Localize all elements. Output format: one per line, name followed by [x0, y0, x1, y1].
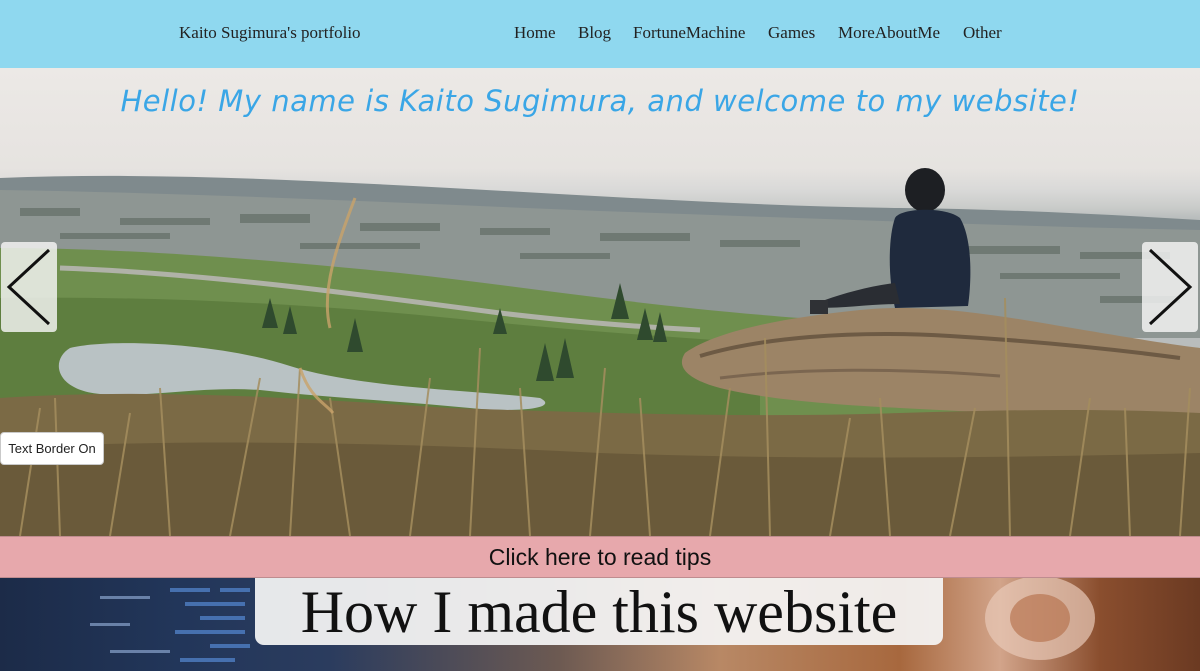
- nav-link-more-about-me[interactable]: MoreAboutMe: [838, 23, 940, 43]
- hero-slideshow: Hello! My name is Kaito Sugimura, and we…: [0, 68, 1200, 536]
- chevron-right-icon: [1148, 248, 1193, 326]
- slideshow-next-button[interactable]: [1142, 242, 1198, 332]
- article-title: How I made this website: [300, 579, 898, 645]
- nav-link-other[interactable]: Other: [963, 23, 1002, 43]
- nav-link-fortune-machine[interactable]: FortuneMachine: [633, 23, 745, 43]
- hero-background-photo: [0, 168, 1200, 536]
- text-border-toggle-button[interactable]: Text Border On: [0, 432, 104, 465]
- tips-label: Click here to read tips: [488, 543, 712, 570]
- read-tips-button[interactable]: Click here to read tips: [0, 536, 1200, 578]
- article-title-box: How I made this website: [255, 578, 943, 645]
- nav-link-blog[interactable]: Blog: [578, 23, 611, 43]
- chevron-left-icon: [6, 248, 51, 326]
- article-banner-how-i-made-this-website[interactable]: How I made this website: [0, 578, 1200, 671]
- main-nav: Home Blog FortuneMachine Games MoreAbout…: [0, 23, 1200, 47]
- hero-greeting: Hello! My name is Kaito Sugimura, and we…: [120, 84, 1080, 118]
- top-navbar: Kaito Sugimura's portfolio Home Blog For…: [0, 0, 1200, 68]
- nav-link-home[interactable]: Home: [514, 23, 556, 43]
- nav-link-games[interactable]: Games: [768, 23, 815, 43]
- slideshow-prev-button[interactable]: [1, 242, 57, 332]
